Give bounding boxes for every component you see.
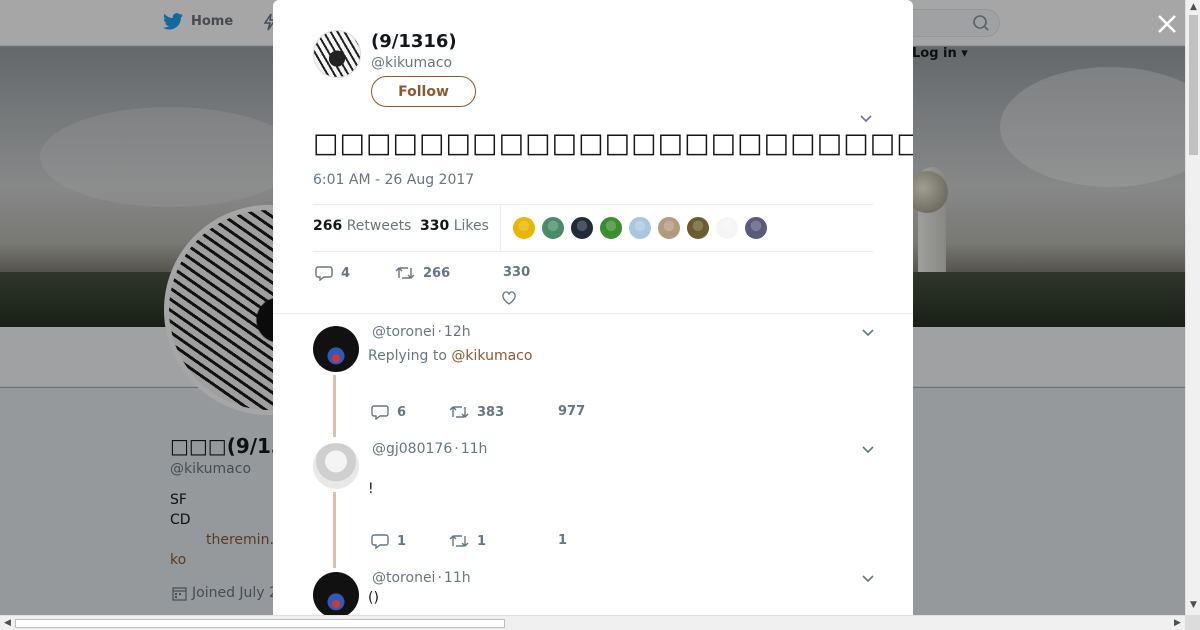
liker-avatar[interactable] xyxy=(628,216,652,240)
thread-line xyxy=(333,375,336,437)
reply-avatar[interactable] xyxy=(313,326,359,372)
liker-avatar[interactable] xyxy=(686,216,710,240)
chevron-down-icon[interactable] xyxy=(861,328,875,338)
scroll-up-icon[interactable]: ▲ xyxy=(1186,0,1200,15)
reply-text: ! xyxy=(368,481,374,497)
chevron-down-icon[interactable] xyxy=(861,574,875,584)
reply-avatar[interactable] xyxy=(313,443,359,489)
like-count: 977 xyxy=(558,404,586,419)
retweet-action[interactable]: 266 xyxy=(395,265,450,281)
thread-line xyxy=(333,492,336,568)
liker-avatar[interactable] xyxy=(541,216,565,240)
scroll-right-icon[interactable]: ▶ xyxy=(1170,616,1185,630)
like-action[interactable]: 977 xyxy=(558,404,585,419)
reply-header: @toronei · 11h xyxy=(372,570,471,586)
liker-avatar[interactable] xyxy=(657,216,681,240)
liker-avatar[interactable] xyxy=(570,216,594,240)
replying-to-label: Replying to xyxy=(368,348,447,364)
heart-icon[interactable] xyxy=(501,290,517,305)
scroll-down-icon[interactable]: ▼ xyxy=(1186,598,1200,613)
reply-time[interactable]: 12h xyxy=(444,324,471,340)
like-count: 1 xyxy=(558,533,568,548)
reply-handle[interactable]: @toronei xyxy=(372,570,435,586)
liker-avatar[interactable] xyxy=(744,216,768,240)
retweet-icon xyxy=(449,406,469,418)
liker-avatar[interactable] xyxy=(715,216,739,240)
scrollbar-corner xyxy=(1185,615,1200,630)
reply-time[interactable]: 11h xyxy=(444,570,471,586)
like-count-label: 330 xyxy=(503,265,530,280)
retweet-count: 1 xyxy=(477,533,487,549)
reply-header: @toronei · 12h xyxy=(372,324,471,340)
tweet-stats: 266 Retweets 330 Likes xyxy=(313,204,873,252)
tweet-modal: (9/1316) @kikumaco Follow □□□□□□□□□□□□□□… xyxy=(273,0,913,615)
reply-count: 1 xyxy=(397,533,407,549)
like-count: 330 xyxy=(503,265,531,280)
retweet-icon xyxy=(449,535,469,547)
reply-icon xyxy=(371,405,389,420)
chevron-down-icon[interactable] xyxy=(861,445,875,455)
reply-action[interactable]: 6 xyxy=(371,404,406,420)
retweet-action[interactable]: 383 xyxy=(449,404,504,420)
likes-stat[interactable]: 330 Likes xyxy=(420,218,489,234)
retweet-count: 383 xyxy=(477,404,505,420)
reply-action[interactable]: 4 xyxy=(315,265,350,281)
scroll-left-icon[interactable]: ◀ xyxy=(0,616,15,630)
close-icon[interactable] xyxy=(1155,12,1179,36)
reply-count: 4 xyxy=(341,265,351,281)
retweets-stat-count: 266 xyxy=(313,218,343,234)
tweet-author-name[interactable]: (9/1316) xyxy=(371,31,457,52)
replying-to-mention[interactable]: @kikumaco xyxy=(451,348,532,364)
reply-time[interactable]: 11h xyxy=(461,441,488,457)
tweet-author-handle[interactable]: @kikumaco xyxy=(371,55,452,71)
retweets-stat[interactable]: 266 Retweets xyxy=(313,218,411,234)
vertical-scrollbar[interactable]: ▲ ▼ xyxy=(1185,0,1200,615)
liker-avatar[interactable] xyxy=(512,216,536,240)
follow-button[interactable]: Follow xyxy=(371,76,476,107)
reply-icon xyxy=(371,534,389,549)
vertical-scrollbar-thumb[interactable] xyxy=(1189,15,1198,155)
horizontal-scrollbar-thumb[interactable] xyxy=(15,619,505,628)
likes-stat-count: 330 xyxy=(420,218,450,234)
reply-avatar[interactable] xyxy=(313,572,359,615)
like-action[interactable]: 1 xyxy=(558,533,567,548)
reply-count: 6 xyxy=(397,404,407,420)
reply-handle[interactable]: @gj080176 xyxy=(372,441,452,457)
reply-handle[interactable]: @toronei xyxy=(372,324,435,340)
reply-text: () xyxy=(368,590,379,606)
tweet-timestamp[interactable]: 6:01 AM - 26 Aug 2017 xyxy=(313,172,474,188)
chevron-down-icon[interactable] xyxy=(859,114,873,124)
retweet-icon xyxy=(395,267,415,279)
horizontal-scrollbar[interactable]: ◀ ▶ xyxy=(0,615,1185,630)
retweets-stat-label: Retweets xyxy=(346,218,412,234)
reply-icon xyxy=(315,266,333,281)
likes-stat-label: Likes xyxy=(453,218,489,234)
retweet-count: 266 xyxy=(423,265,451,281)
retweet-action[interactable]: 1 xyxy=(449,533,486,549)
replying-to: Replying to @kikumaco xyxy=(368,348,532,364)
reply-header: @gj080176 · 11h xyxy=(372,441,488,457)
reply-action[interactable]: 1 xyxy=(371,533,406,549)
tweet-author-avatar[interactable] xyxy=(313,30,361,78)
liker-avatar[interactable] xyxy=(599,216,623,240)
tweet-text: □□□□□□□□□□□□□□□□□□□□□□□□□□□□□□□□□□□□□□□□… xyxy=(313,128,913,159)
